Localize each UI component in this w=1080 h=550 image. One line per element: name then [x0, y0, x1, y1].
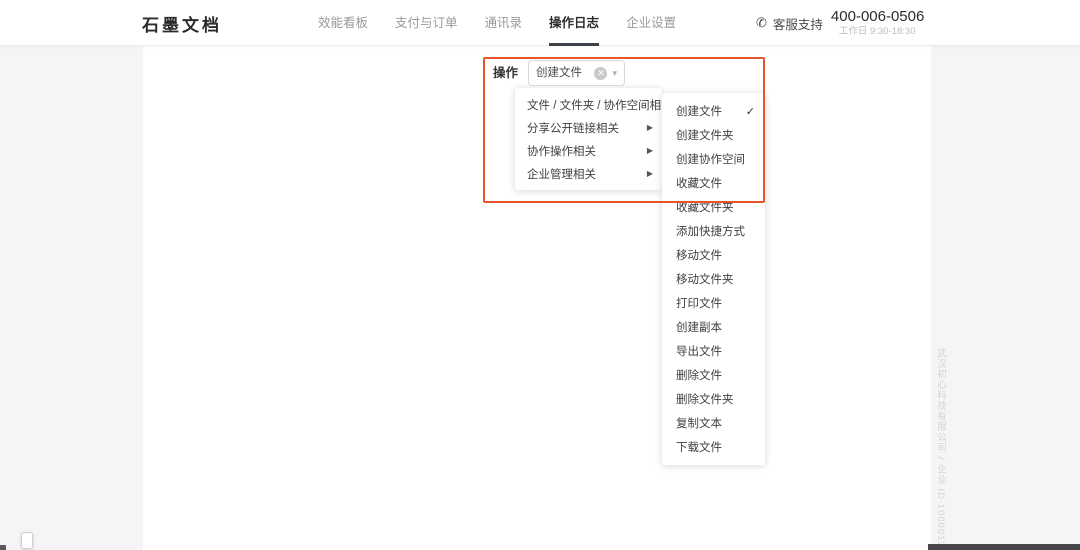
- company-watermark: 武汉初心科技有限公司 / 企业 ID 1000013: [933, 348, 947, 533]
- operation-log-page: 石墨文档 效能看板支付与订单通讯录操作日志企业设置 ✆ 客服支持 400-006…: [0, 0, 1080, 550]
- menu-operation-6[interactable]: 移动文件: [662, 243, 765, 267]
- main-nav: 效能看板支付与订单通讯录操作日志企业设置: [318, 0, 703, 46]
- support-label: 客服支持: [773, 14, 823, 33]
- submenu-arrow-icon: ▶: [647, 146, 653, 155]
- menu-category-label: 企业管理相关: [527, 166, 596, 182]
- menu-category-label: 分享公开链接相关: [527, 120, 619, 136]
- operation-select-value: 创建文件: [536, 61, 582, 85]
- menu-category-2[interactable]: 协作操作相关 ▶: [515, 139, 662, 162]
- menu-category-label: 文件 / 文件夹 / 协作空间相关: [527, 97, 673, 113]
- menu-operation-label: 添加快捷方式: [676, 223, 745, 239]
- operation-filter-label: 操作: [493, 60, 518, 86]
- submenu-arrow-icon: ▶: [647, 123, 653, 132]
- menu-operation-label: 导出文件: [676, 343, 722, 359]
- menu-operation-label: 创建协作空间: [676, 151, 745, 167]
- menu-operation-label: 收藏文件: [676, 175, 722, 191]
- menu-category-0[interactable]: 文件 / 文件夹 / 协作空间相关▶: [515, 93, 662, 116]
- operation-submenu: 创建文件 ✓ 创建文件夹创建协作空间收藏文件收藏文件夹添加快捷方式移动文件移动文件夹…: [662, 93, 765, 465]
- menu-operation-label: 移动文件夹: [676, 271, 734, 287]
- clear-selection-icon[interactable]: ✕: [594, 67, 607, 80]
- menu-operation-13[interactable]: 复制文本: [662, 411, 765, 435]
- menu-category-1[interactable]: 分享公开链接相关 ▶: [515, 116, 662, 139]
- menu-operation-label: 打印文件: [676, 295, 722, 311]
- menu-operation-14[interactable]: 下载文件: [662, 435, 765, 459]
- menu-operation-4[interactable]: 收藏文件夹: [662, 195, 765, 219]
- menu-operation-label: 下载文件: [676, 439, 722, 455]
- support-phone-number: 400-006-0506: [831, 9, 924, 26]
- nav-item-0[interactable]: 效能看板: [318, 0, 368, 46]
- menu-operation-label: 创建文件夹: [676, 127, 734, 143]
- menu-operation-1[interactable]: 创建文件夹: [662, 123, 765, 147]
- bottom-window-edge: [928, 544, 1080, 550]
- menu-operation-3[interactable]: 收藏文件: [662, 171, 765, 195]
- menu-operation-7[interactable]: 移动文件夹: [662, 267, 765, 291]
- active-tab-underline: [549, 43, 599, 46]
- menu-operation-label: 创建文件: [676, 103, 722, 119]
- menu-operation-8[interactable]: 打印文件: [662, 291, 765, 315]
- menu-operation-label: 收藏文件夹: [676, 199, 734, 215]
- menu-operation-label: 移动文件: [676, 247, 722, 263]
- checkmark-icon: ✓: [746, 105, 755, 118]
- menu-category-label: 协作操作相关: [527, 143, 596, 159]
- corner-artifact: [0, 545, 6, 550]
- support-contact: 400-006-0506 工作日 9:30-18:30: [831, 9, 924, 38]
- helper-widget-handle[interactable]: [21, 532, 33, 549]
- support-hours: 工作日 9:30-18:30: [831, 27, 924, 37]
- phone-icon: ✆: [756, 15, 767, 31]
- menu-operation-label: 复制文本: [676, 415, 722, 431]
- support-area: ✆ 客服支持 400-006-0506 工作日 9:30-18:30: [756, 0, 924, 46]
- menu-operation-10[interactable]: 导出文件: [662, 339, 765, 363]
- menu-operation-label: 创建副本: [676, 319, 722, 335]
- menu-operation-9[interactable]: 创建副本: [662, 315, 765, 339]
- menu-operation-0[interactable]: 创建文件 ✓: [662, 99, 765, 123]
- submenu-arrow-icon: ▶: [647, 169, 653, 178]
- menu-operation-label: 删除文件: [676, 367, 722, 383]
- nav-item-2[interactable]: 通讯录: [485, 0, 523, 46]
- operation-select[interactable]: 创建文件 ✕ ▾: [528, 60, 625, 86]
- menu-operation-11[interactable]: 删除文件: [662, 363, 765, 387]
- app-logo: 石墨文档: [142, 11, 222, 36]
- nav-item-1[interactable]: 支付与订单: [395, 0, 458, 46]
- menu-category-3[interactable]: 企业管理相关 ▶: [515, 162, 662, 185]
- menu-operation-12[interactable]: 删除文件夹: [662, 387, 765, 411]
- app-header: 石墨文档 效能看板支付与订单通讯录操作日志企业设置 ✆ 客服支持 400-006…: [0, 0, 1080, 46]
- nav-item-4[interactable]: 企业设置: [626, 0, 676, 46]
- operation-category-menu: 文件 / 文件夹 / 协作空间相关▶分享公开链接相关▶协作操作相关▶企业管理相关…: [515, 88, 662, 190]
- menu-operation-2[interactable]: 创建协作空间: [662, 147, 765, 171]
- menu-operation-5[interactable]: 添加快捷方式: [662, 219, 765, 243]
- menu-operation-label: 删除文件夹: [676, 391, 734, 407]
- chevron-down-icon[interactable]: ▾: [612, 61, 617, 85]
- nav-item-3[interactable]: 操作日志: [549, 0, 599, 46]
